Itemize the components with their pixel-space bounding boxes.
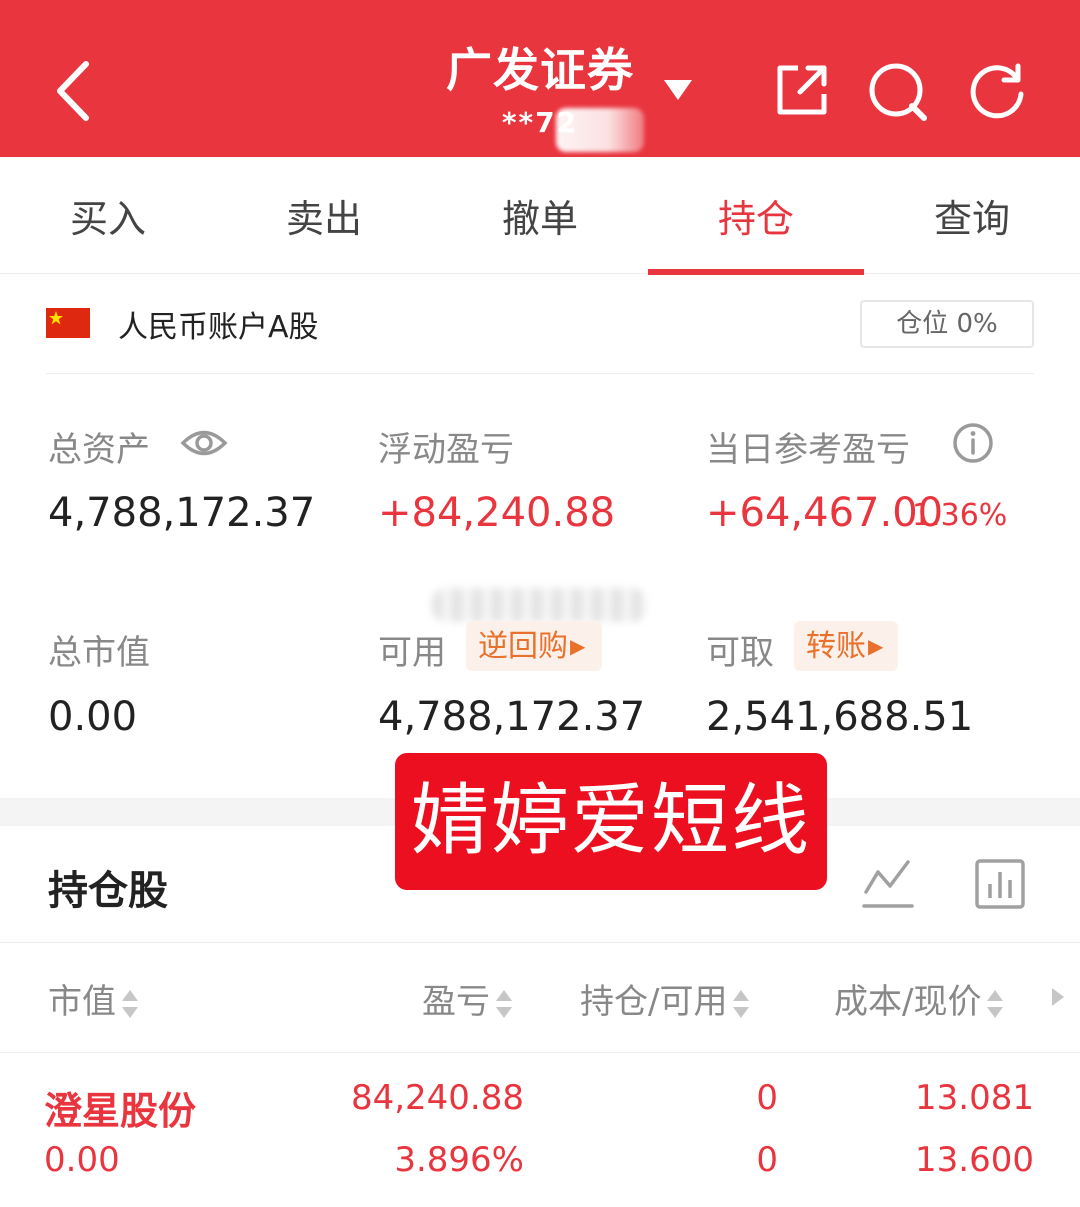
chevron-left-icon [57,61,89,121]
sort-icon [987,989,1004,1018]
app-header: 广发证券 **72 [0,0,1080,157]
stock-position: 0 [756,1078,778,1118]
column-header-pl[interactable]: 盈亏 [422,974,514,1023]
share-button[interactable] [772,60,832,120]
reverse-repo-label: 逆回购 [478,629,568,664]
page-title: 广发证券 [446,43,634,97]
holdings-title: 持仓股 [48,868,168,914]
account-mask-blur [556,108,644,152]
stock-price: 13.600 [915,1140,1034,1180]
stock-cost: 13.081 [915,1078,1034,1118]
stock-market-value: 0.00 [44,1140,120,1180]
available-value: 4,788,172.37 [378,694,646,740]
header-separator [0,1052,1080,1053]
refresh-icon [970,63,1024,119]
total-assets-label: 总资产 [48,430,150,470]
withdrawable-value: 2,541,688.51 [706,694,974,740]
watermark-label: 婧婷爱短线 [395,753,827,890]
info-icon[interactable] [952,422,994,464]
today-pl-value: +64,467.00 [706,490,944,536]
column-header-market-value[interactable]: 市值 [48,974,140,1023]
market-value-value: 0.00 [48,694,138,740]
sort-icon [496,989,512,1018]
floating-pl-label: 浮动盈亏 [378,430,514,470]
column-header-label: 市值 [48,982,116,1022]
transfer-button[interactable]: 转账 ▶ [794,621,898,671]
column-header-label: 盈亏 [422,982,490,1022]
stock-pl-percent: 3.896% [394,1140,524,1180]
today-pl-percent: 1.36% [912,498,1008,533]
eye-icon[interactable] [180,424,228,462]
trend-chart-icon[interactable] [862,858,914,910]
stock-available: 0 [756,1140,778,1180]
column-header-label: 成本/现价 [834,982,982,1022]
bar-chart-icon[interactable] [974,858,1026,910]
china-flag-icon [46,308,90,338]
account-number: **72 [380,106,700,139]
scroll-right-icon[interactable] [1050,986,1066,1008]
back-button[interactable] [50,58,100,124]
tab-query[interactable]: 查询 [864,157,1080,274]
tab-positions[interactable]: 持仓 [648,157,864,275]
stock-name: 澄星股份 [44,1089,197,1133]
play-arrow-icon: ▶ [570,634,586,658]
column-header-label: 持仓/可用 [580,982,728,1022]
trade-tabs: 买入 卖出 撤单 持仓 查询 [0,157,1080,275]
sort-icon [733,989,750,1018]
refresh-button[interactable] [966,60,1028,122]
column-header-position[interactable]: 持仓/可用 [580,974,751,1023]
search-icon [869,63,927,121]
available-label: 可用 [378,633,446,673]
sort-icon [122,989,138,1018]
total-assets-value: 4,788,172.37 [48,490,316,536]
tab-cancel-order[interactable]: 撤单 [432,157,648,274]
trading-screen: 广发证券 **72 买入 卖出 撤单 持仓 查询 人民币账户A股 仓位 0% 总… [0,0,1080,1207]
withdrawable-label: 可取 [706,633,774,673]
holdings-separator [0,942,1080,943]
transfer-label: 转账 [806,629,866,664]
position-ratio-badge[interactable]: 仓位 0% [860,300,1034,348]
share-icon [777,65,827,115]
account-type-label: 人民币账户A股 [118,310,319,345]
search-button[interactable] [866,60,930,124]
tab-buy[interactable]: 买入 [0,157,216,274]
account-row: 人民币账户A股 仓位 0% [46,300,1034,374]
market-value-label: 总市值 [48,633,150,673]
today-pl-label: 当日参考盈亏 [706,430,910,470]
tab-sell[interactable]: 卖出 [216,157,432,274]
stock-pl: 84,240.88 [350,1078,524,1118]
title-area: 广发证券 [380,40,700,100]
blurred-content [432,588,646,622]
reverse-repo-button[interactable]: 逆回购 ▶ [466,621,602,671]
caret-down-icon[interactable] [662,78,694,102]
column-header-cost-price[interactable]: 成本/现价 [834,974,1005,1023]
play-arrow-icon: ▶ [868,634,884,658]
floating-pl-value: +84,240.88 [378,490,616,536]
